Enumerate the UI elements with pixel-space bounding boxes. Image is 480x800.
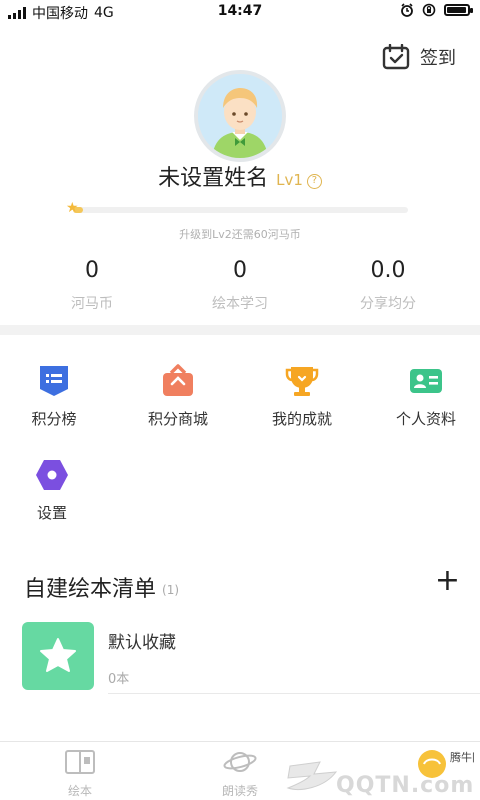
tab-read-show[interactable]: 朗读秀 bbox=[190, 748, 290, 799]
watermark-logo: 腾牛网 QQTN.com bbox=[286, 750, 480, 798]
stat-coins[interactable]: 0 河马币 bbox=[12, 258, 172, 313]
stat-value: 0.0 bbox=[370, 258, 406, 283]
gift-icon bbox=[163, 364, 193, 396]
svg-text:腾牛网: 腾牛网 bbox=[450, 750, 474, 764]
booklist-item-title: 默认收藏 bbox=[108, 633, 176, 653]
help-icon[interactable]: ? bbox=[306, 174, 322, 189]
menu-item-leaderboard[interactable]: 积分榜 bbox=[0, 364, 114, 429]
menu-label: 设置 bbox=[36, 504, 67, 522]
menu-label: 积分榜 bbox=[31, 410, 77, 428]
tab-books[interactable]: 绘本 bbox=[30, 748, 130, 799]
stat-value: 0 bbox=[85, 258, 99, 283]
profile-name-row: 未设置姓名 Lv1? bbox=[0, 160, 480, 192]
trophy-icon bbox=[285, 367, 319, 396]
stat-books-learned[interactable]: 0 绘本学习 bbox=[160, 258, 320, 313]
menu-item-settings[interactable]: 设置 bbox=[0, 458, 112, 523]
menu-item-profile-info[interactable]: 个人资料 bbox=[366, 364, 480, 429]
tab-label: 朗读秀 bbox=[221, 784, 258, 798]
calendar-check-icon bbox=[382, 44, 410, 70]
status-right bbox=[400, 3, 473, 17]
menu-item-points-mall[interactable]: 积分商城 bbox=[118, 364, 238, 429]
svg-text:QQTN.com: QQTN.com bbox=[336, 773, 474, 798]
booklist-title: 自建绘本清单 bbox=[24, 577, 157, 602]
watermark: 腾牛网 QQTN.com bbox=[284, 748, 480, 798]
leaderboard-icon bbox=[40, 366, 68, 396]
battery-fill bbox=[447, 7, 466, 13]
profile-name[interactable]: 未设置姓名 bbox=[158, 166, 268, 191]
status-bar: 中国移动 4G 14:47 bbox=[0, 0, 480, 24]
settings-hexagon-icon bbox=[36, 460, 68, 490]
alarm-icon bbox=[401, 3, 413, 17]
booklist-item-count: 0本 bbox=[108, 672, 130, 687]
orientation-lock-icon bbox=[422, 3, 436, 17]
avatar[interactable] bbox=[194, 70, 286, 162]
book-icon bbox=[65, 750, 95, 774]
booklist-cover bbox=[22, 622, 94, 690]
planet-icon bbox=[223, 752, 257, 772]
star-icon bbox=[40, 638, 76, 672]
menu-item-achievements[interactable]: 我的成就 bbox=[242, 364, 362, 429]
level-label: Lv1 bbox=[276, 171, 303, 189]
stat-label: 分享均分 bbox=[360, 296, 416, 312]
tab-label: 绘本 bbox=[67, 784, 92, 798]
menu-label: 我的成就 bbox=[271, 410, 332, 428]
stat-value: 0 bbox=[233, 258, 247, 283]
stat-label: 河马币 bbox=[71, 296, 113, 312]
checkin-label: 签到 bbox=[420, 48, 456, 69]
level-progress-bar bbox=[73, 207, 408, 213]
list-divider bbox=[108, 693, 480, 694]
avatar-illustration bbox=[198, 74, 282, 158]
upgrade-hint: 升级到Lv2还需60河马币 bbox=[179, 228, 301, 241]
booklist-section-title: 自建绘本清单 (1) bbox=[24, 571, 179, 603]
menu-label: 个人资料 bbox=[395, 410, 456, 428]
booklist-count: (1) bbox=[162, 583, 180, 597]
stat-label: 绘本学习 bbox=[212, 296, 268, 312]
battery-icon bbox=[444, 4, 473, 16]
menu-label: 积分商城 bbox=[147, 410, 208, 428]
add-booklist-button[interactable]: + bbox=[435, 566, 460, 596]
stat-share-score[interactable]: 0.0 分享均分 bbox=[308, 258, 468, 313]
booklist-item[interactable]: 默认收藏 0本 bbox=[22, 622, 480, 694]
section-divider bbox=[0, 325, 480, 335]
checkin-button[interactable]: 签到 bbox=[382, 44, 456, 70]
id-card-icon bbox=[410, 369, 442, 393]
star-icon: ★ bbox=[66, 200, 79, 216]
